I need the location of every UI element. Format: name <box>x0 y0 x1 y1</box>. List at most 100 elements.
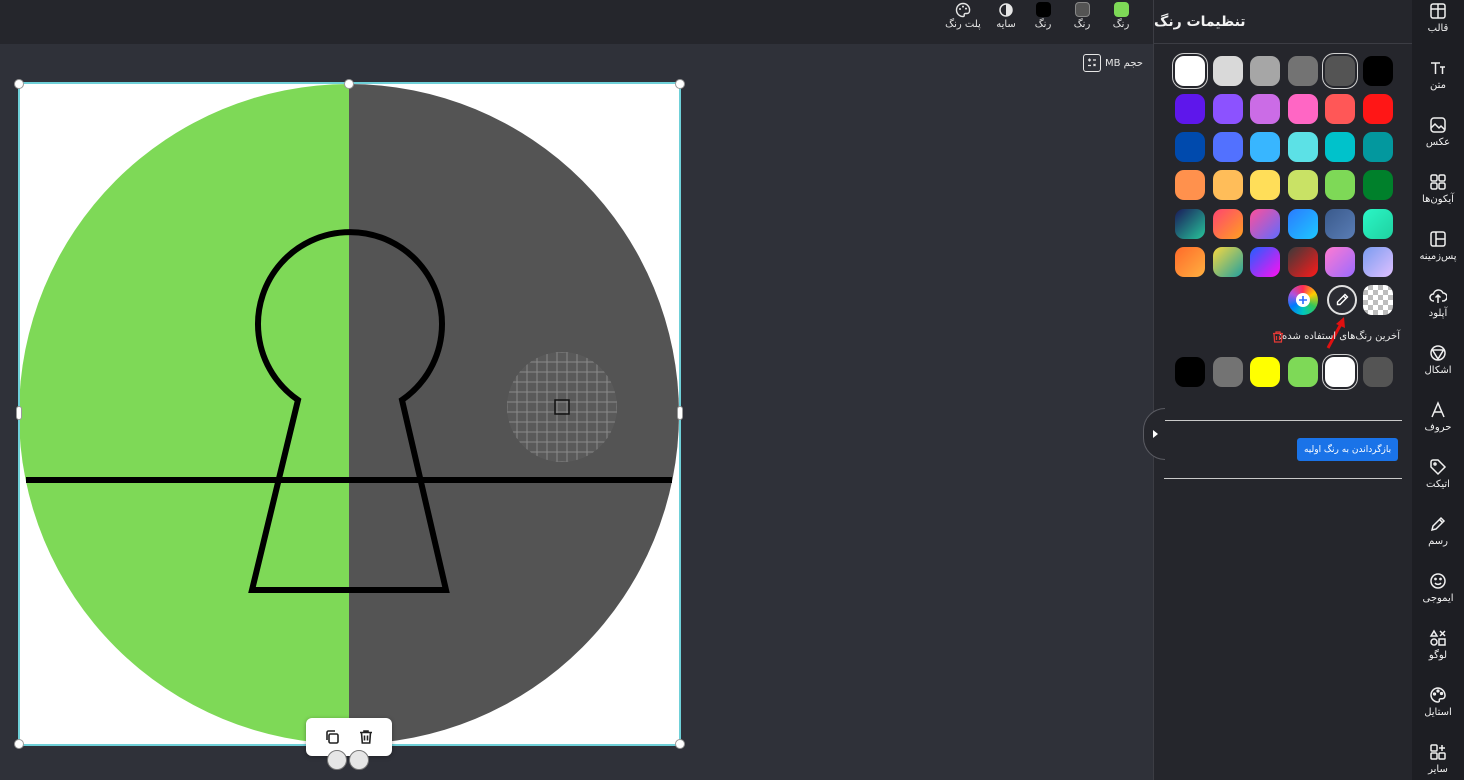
nav-item-label: متن <box>1430 80 1446 91</box>
tag-icon <box>1430 459 1447 476</box>
panel-title: تنظیمات رنگ <box>1154 0 1412 44</box>
transparent-swatch[interactable] <box>1363 285 1393 315</box>
template-icon <box>1430 3 1446 19</box>
recent-color-swatch[interactable] <box>1288 357 1318 387</box>
upload-icon <box>1429 289 1447 303</box>
color-swatch[interactable] <box>1250 132 1280 162</box>
color-swatch[interactable] <box>1325 170 1355 200</box>
photo-icon <box>1430 117 1446 133</box>
gradient-swatch[interactable] <box>1288 209 1318 239</box>
collapse-panel-button[interactable] <box>1143 408 1165 460</box>
color-swatch[interactable] <box>1325 132 1355 162</box>
nav-item-icons-grid[interactable]: آیکون‌ها <box>1412 173 1464 205</box>
custom-color-picker[interactable] <box>1288 285 1318 315</box>
color-swatch[interactable] <box>1288 94 1318 124</box>
recent-color-swatch[interactable] <box>1250 357 1280 387</box>
color-swatch[interactable] <box>1363 94 1393 124</box>
tool-label: سایه <box>996 19 1016 30</box>
gradient-swatch[interactable] <box>1213 209 1243 239</box>
color-swatch[interactable] <box>1325 56 1355 86</box>
gradient-swatch[interactable] <box>1175 209 1205 239</box>
color-tool-gray[interactable]: رنگ <box>1064 2 1100 30</box>
color-swatch[interactable] <box>1250 94 1280 124</box>
color-swatch[interactable] <box>1363 132 1393 162</box>
nav-item-label: پس‌زمینه <box>1419 251 1457 262</box>
delete-button[interactable] <box>355 726 377 748</box>
nav-item-text[interactable]: متن <box>1412 59 1464 91</box>
clear-recent-icon[interactable] <box>1271 330 1285 344</box>
eyedropper-button[interactable] <box>1327 285 1357 315</box>
nav-item-emoji[interactable]: ایموجی <box>1412 572 1464 604</box>
recent-color-swatch[interactable] <box>1175 357 1205 387</box>
rotate-handle[interactable] <box>327 750 347 770</box>
color-swatch[interactable] <box>1175 170 1205 200</box>
pencil-icon <box>1430 516 1446 532</box>
nav-item-background[interactable]: پس‌زمینه <box>1412 230 1464 262</box>
nav-item-photo[interactable]: عکس <box>1412 116 1464 148</box>
color-swatch[interactable] <box>1288 56 1318 86</box>
color-swatch[interactable] <box>1288 132 1318 162</box>
color-swatch[interactable] <box>1175 94 1205 124</box>
resize-handle-right[interactable] <box>677 406 683 420</box>
nav-item-label: اتیکت <box>1426 479 1450 490</box>
gradient-swatch[interactable] <box>1288 247 1318 277</box>
gradient-swatch[interactable] <box>1325 247 1355 277</box>
gradient-swatch[interactable] <box>1325 209 1355 239</box>
gradient-swatch[interactable] <box>1175 247 1205 277</box>
move-handle[interactable] <box>349 750 369 770</box>
color-swatch[interactable] <box>1213 132 1243 162</box>
design-canvas[interactable] <box>19 84 679 744</box>
color-tool-black[interactable]: رنگ <box>1025 2 1061 30</box>
color-swatch[interactable] <box>1325 94 1355 124</box>
reset-color-button[interactable]: بازگرداندن به رنگ اولیه <box>1297 438 1398 461</box>
resize-handle-bottom-right[interactable] <box>675 739 685 749</box>
color-tool-green[interactable]: رنگ <box>1103 2 1139 30</box>
nav-item-shapes[interactable]: اشکال <box>1412 344 1464 376</box>
gradient-swatch[interactable] <box>1250 209 1280 239</box>
tool-label: رنگ <box>1034 19 1052 30</box>
resize-handle-left[interactable] <box>16 406 22 420</box>
resize-handle-top[interactable] <box>344 79 354 89</box>
color-swatch[interactable] <box>1363 56 1393 86</box>
color-swatch[interactable] <box>1250 56 1280 86</box>
color-swatch[interactable] <box>1175 56 1205 86</box>
resize-handle-top-right[interactable] <box>675 79 685 89</box>
nav-item-pencil[interactable]: رسم <box>1412 515 1464 547</box>
palette-icon <box>955 2 971 18</box>
recent-color-swatch[interactable] <box>1213 357 1243 387</box>
nav-item-style[interactable]: استایل <box>1412 686 1464 718</box>
color-swatch[interactable] <box>1175 132 1205 162</box>
nav-item-letters[interactable]: حروف <box>1412 401 1464 433</box>
gradient-swatch[interactable] <box>1363 247 1393 277</box>
recent-color-swatch[interactable] <box>1363 357 1393 387</box>
keyhole-graphic[interactable] <box>19 84 679 744</box>
color-swatch[interactable] <box>1288 170 1318 200</box>
nav-item-label: قالب <box>1427 23 1449 34</box>
gradient-swatch[interactable] <box>1250 247 1280 277</box>
color-swatch[interactable] <box>1250 170 1280 200</box>
duplicate-button[interactable] <box>321 726 343 748</box>
gradient-swatch[interactable] <box>1213 247 1243 277</box>
shapes-icon <box>1430 345 1446 361</box>
nav-item-upload[interactable]: آپلود <box>1412 287 1464 319</box>
gradient-swatch[interactable] <box>1363 209 1393 239</box>
color-swatch[interactable] <box>1213 56 1243 86</box>
color-swatch[interactable] <box>1363 170 1393 200</box>
nav-item-label: ایموجی <box>1422 593 1454 604</box>
nav-item-tag[interactable]: اتیکت <box>1412 458 1464 490</box>
color-swatch[interactable] <box>1213 170 1243 200</box>
circle-left-half <box>19 84 349 744</box>
palette-tool[interactable]: پلت رنگ <box>944 2 982 30</box>
nav-item-template[interactable]: قالب <box>1412 2 1464 34</box>
resize-handle-top-left[interactable] <box>14 79 24 89</box>
recent-color-swatch[interactable] <box>1325 357 1355 387</box>
nav-item-logo[interactable]: لوگو <box>1412 629 1464 661</box>
color-swatch <box>1074 2 1090 17</box>
shadow-tool[interactable]: سایه <box>988 2 1024 30</box>
divider <box>1164 478 1402 479</box>
color-swatch[interactable] <box>1213 94 1243 124</box>
resize-handle-bottom-left[interactable] <box>14 739 24 749</box>
rotate-move-handles <box>327 750 369 770</box>
nav-item-more[interactable]: سایر <box>1412 743 1464 775</box>
color-swatch <box>1113 2 1129 17</box>
